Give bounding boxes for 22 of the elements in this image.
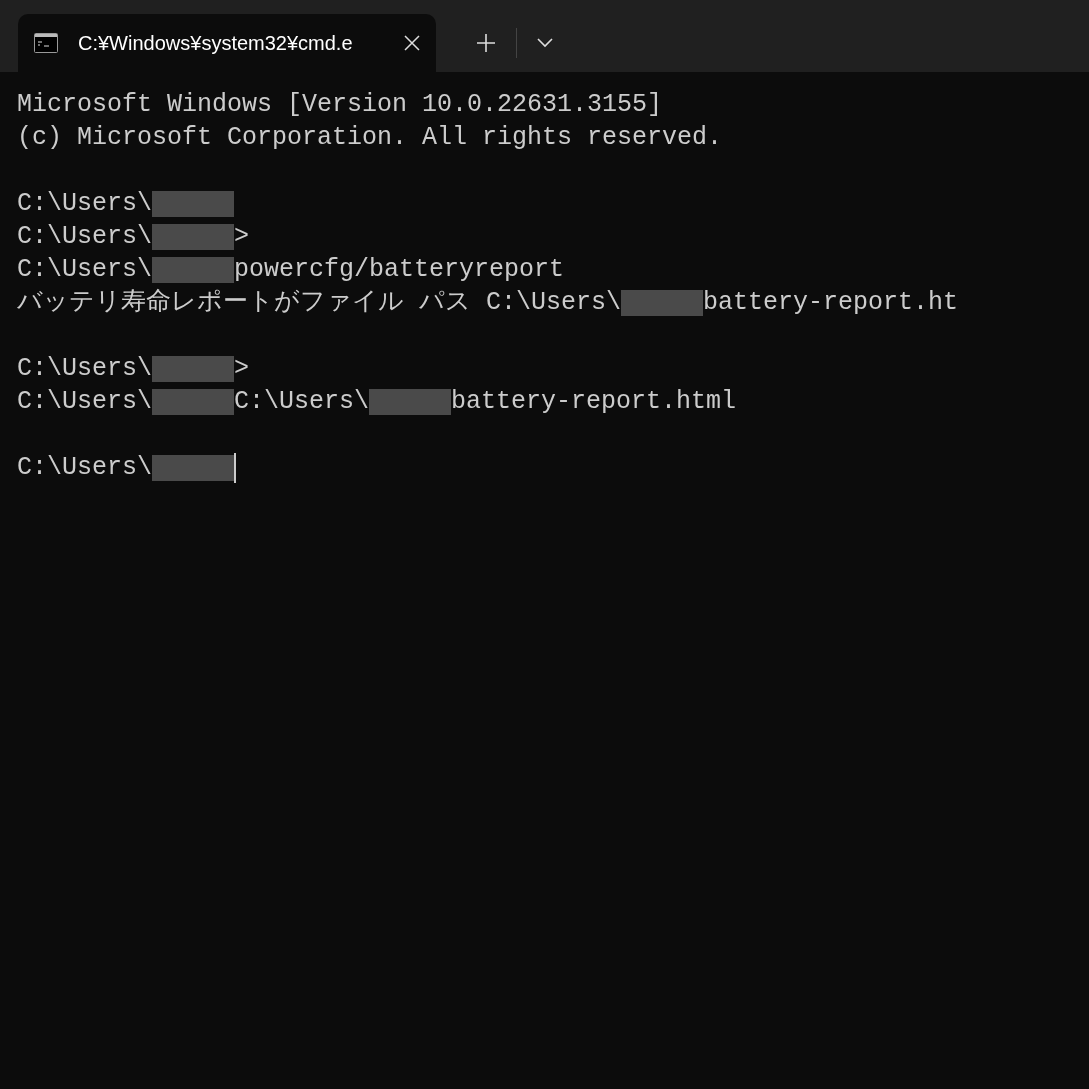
chevron-down-icon[interactable] (537, 38, 553, 48)
terminal-text: > (234, 221, 250, 253)
terminal-text: Microsoft Windows [Version 10.0.22631.3155] (17, 89, 663, 121)
close-icon[interactable] (404, 35, 420, 51)
terminal-text: C:\Users\ (17, 188, 153, 220)
terminal-text: (c) Microsoft Corporation. All rights reserved. (17, 122, 723, 154)
terminal-text: C:\Users\ (17, 386, 153, 418)
terminal-text: C:\Users\ (17, 353, 153, 385)
terminal-text: バッテリ寿命レポートがファイル パス C:\Users\ (17, 287, 622, 319)
terminal-tab[interactable]: C:¥Windows¥system32¥cmd.e (18, 14, 436, 72)
terminal-text: C:\Users\ (234, 386, 370, 418)
plus-icon[interactable] (476, 33, 496, 53)
terminal-icon (34, 33, 58, 53)
terminal-text: C:\Users\ (17, 452, 153, 484)
tab-title: C:¥Windows¥system32¥cmd.e (78, 31, 353, 56)
terminal-text: > (234, 353, 250, 385)
text-cursor (234, 452, 237, 483)
terminal-text: battery-report.html (451, 386, 737, 418)
terminal-text: powercfg/batteryreport (234, 254, 565, 286)
terminal-text: battery-report.ht (703, 287, 959, 319)
terminal-text: C:\Users\ (17, 221, 153, 253)
terminal-text: C:\Users\ (17, 254, 153, 286)
